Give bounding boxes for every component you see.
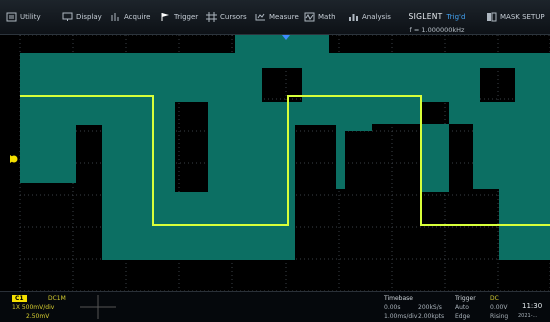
clock-date: 2021-...	[518, 313, 538, 319]
timebase-scale: 1.00ms/div	[384, 313, 418, 320]
mask-icon	[487, 12, 497, 22]
menu-analysis[interactable]: Analysis	[348, 9, 391, 25]
bottom-status-bar: C1 DC1M 1X 500mV/div 2.50mV Timebase 0.0…	[0, 291, 550, 322]
menu-measure-label: Measure	[269, 13, 299, 21]
frequency-readout: f = 1.000000kHz	[409, 26, 465, 34]
trigger-state: Trig'd	[446, 13, 466, 21]
channel1-badge[interactable]: C1	[12, 295, 27, 302]
trigger-slope: Rising	[490, 313, 509, 320]
menu-display[interactable]: Display	[62, 9, 102, 25]
menu-measure[interactable]: Measure	[255, 9, 299, 25]
channel1-scale: 1X 500mV/div	[12, 304, 55, 311]
menu-acquire[interactable]: Acquire	[110, 9, 150, 25]
menu-math-label: Math	[318, 13, 336, 21]
timebase-rate: 200kS/s	[418, 304, 442, 311]
waveform-svg	[10, 34, 550, 292]
channel1-offset: 2.50mV	[26, 313, 50, 320]
top-menu-bar: Utility Display Acquire Trigger Cursors …	[0, 0, 550, 35]
menu-trigger-label: Trigger	[174, 13, 199, 21]
trigger-flag-icon	[161, 13, 169, 21]
timebase-title[interactable]: Timebase	[384, 295, 413, 302]
trigger-mode: Auto	[455, 304, 469, 311]
waveform-display[interactable]	[0, 34, 550, 292]
utility-icon	[6, 12, 17, 22]
pass-fail-mask	[20, 35, 550, 291]
display-icon	[62, 12, 73, 21]
math-icon	[304, 12, 315, 22]
menu-trigger[interactable]: Trigger	[160, 9, 198, 25]
channel1-ground-icon[interactable]	[10, 155, 18, 163]
cursors-icon	[206, 12, 217, 22]
timebase-delay: 0.00s	[384, 304, 401, 311]
trigger-title[interactable]: Trigger	[455, 295, 476, 302]
menu-cursors-label: Cursors	[220, 13, 247, 21]
measure-icon	[255, 13, 265, 21]
menu-analysis-label: Analysis	[362, 13, 391, 21]
status-panel: SIGLENT Trig'd f = 1.000000kHz	[398, 4, 476, 34]
analysis-icon	[349, 14, 358, 21]
trigger-type: Edge	[455, 313, 471, 320]
mask-setup-button[interactable]: MASK SETUP	[486, 9, 545, 25]
menu-utility-label: Utility	[20, 13, 41, 21]
menu-cursors[interactable]: Cursors	[206, 9, 247, 25]
trigger-coupling: DC	[490, 295, 499, 302]
menu-math[interactable]: Math	[304, 9, 336, 25]
clock-time: 11:30	[522, 302, 543, 310]
channel1-coupling: DC1M	[48, 295, 66, 302]
menu-utility[interactable]: Utility	[6, 9, 41, 25]
acquire-icon	[111, 13, 119, 21]
trigger-level: 0.00V	[490, 304, 508, 311]
mask-setup-label: MASK SETUP	[500, 13, 545, 21]
menu-acquire-label: Acquire	[124, 13, 151, 21]
mini-grid-icon	[80, 295, 116, 319]
brand-name: SIGLENT	[408, 12, 443, 21]
menu-display-label: Display	[76, 13, 102, 21]
timebase-memory: 2.00kpts	[418, 313, 445, 320]
